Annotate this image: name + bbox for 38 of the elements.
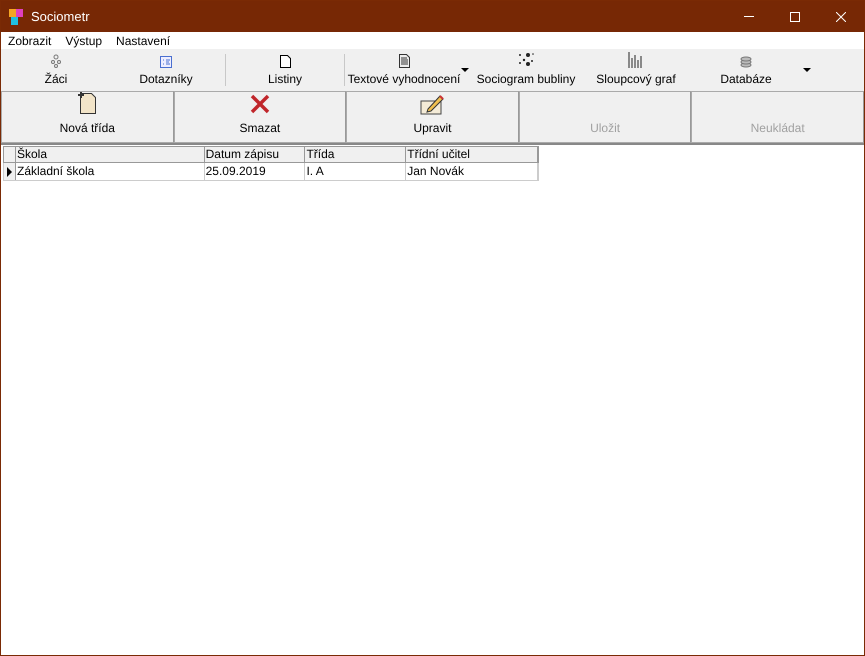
- people-icon: [50, 54, 62, 68]
- table-cell: Základní škola: [16, 163, 205, 180]
- close-icon: [836, 12, 846, 22]
- close-icon: [250, 94, 270, 114]
- menu-item[interactable]: Výstup: [58, 32, 110, 50]
- new-page-icon: [77, 91, 98, 115]
- toolbar-button[interactable]: Listiny: [230, 49, 340, 91]
- column-header[interactable]: Datum zápisu: [204, 147, 306, 162]
- toolbar-button[interactable]: Dotazníky: [111, 49, 221, 91]
- toolbar-button[interactable]: Žáci: [1, 49, 111, 91]
- dropdown-arrow-icon[interactable]: [461, 68, 469, 72]
- toolbar-button[interactable]: Databáze: [691, 49, 801, 91]
- minimize-icon: [744, 16, 754, 17]
- column-header[interactable]: Třídní učitel: [406, 147, 538, 162]
- column-header[interactable]: Škola: [16, 147, 205, 162]
- form-icon: [160, 56, 172, 68]
- document-icon: [398, 54, 410, 68]
- menu-item[interactable]: Nastavení: [109, 32, 178, 50]
- action-button[interactable]: Nová třída: [1, 91, 174, 143]
- action-button[interactable]: Smazat: [174, 91, 346, 143]
- menu-item[interactable]: Zobrazit: [1, 32, 58, 50]
- database-icon: [740, 55, 752, 68]
- toolbar-button[interactable]: Sloupcový graf: [581, 49, 691, 91]
- toolbar-button[interactable]: Textové vyhodnocení: [349, 49, 459, 91]
- table-cell: Jan Novák: [406, 163, 538, 180]
- table-cell: I. A: [305, 163, 406, 180]
- table-cell: 25.09.2019: [204, 163, 306, 180]
- app-logo-icon: [9, 8, 23, 24]
- scatter-icon: [517, 52, 535, 68]
- page-icon: [280, 55, 290, 68]
- dropdown-arrow-icon[interactable]: [803, 68, 811, 72]
- toolbar-button[interactable]: Sociogram bubliny: [471, 49, 581, 91]
- window-title: Sociometr: [31, 8, 90, 26]
- bar-chart-icon: [628, 52, 644, 68]
- maximize-icon: [790, 12, 800, 22]
- column-header[interactable]: Třída: [305, 147, 406, 162]
- action-button[interactable]: Upravit: [346, 91, 519, 143]
- pencil-icon: [420, 92, 444, 114]
